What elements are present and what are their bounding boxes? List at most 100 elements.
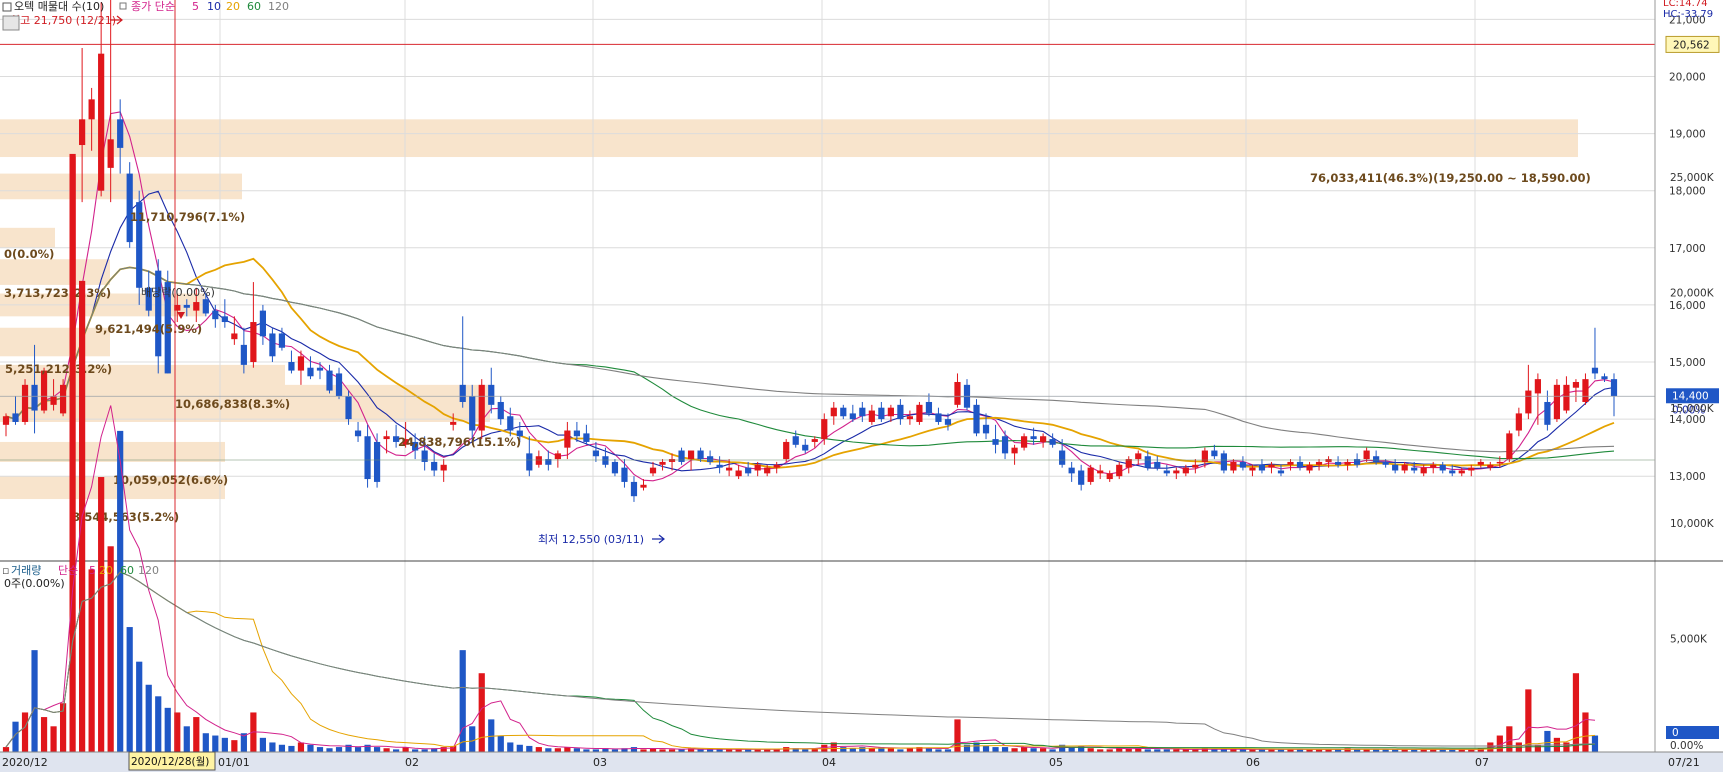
candle-body (602, 456, 609, 465)
candle-body (859, 407, 866, 417)
candle-body (1534, 379, 1541, 394)
time-tick-label: 01/01 (218, 756, 250, 769)
toolbar-icon[interactable] (2, 15, 20, 31)
candle-body (459, 384, 466, 402)
candle-body (12, 413, 19, 422)
candle-body (240, 344, 247, 365)
candle-body (183, 304, 190, 308)
volume-profile-band (0, 173, 242, 200)
candle-body (1020, 436, 1028, 448)
volume-profile-label: 10,686,838(8.3%) (175, 397, 290, 411)
candle-body (117, 119, 124, 148)
candle-body (59, 384, 67, 414)
candle-body (1268, 464, 1275, 468)
candle-body (630, 481, 638, 497)
candle-body (1097, 470, 1104, 474)
candle-body (212, 310, 219, 320)
volume-legend-marker: ▫ (2, 564, 9, 577)
volume-bar (193, 717, 200, 754)
candle-body (792, 436, 799, 445)
candle-body (345, 396, 352, 420)
volume-bar (136, 661, 143, 754)
candle-body (1610, 379, 1618, 397)
stock-chart[interactable]: 8,544,563(5.2%) 10,059,052(6.6%) 24,838,79… (0, 0, 1723, 772)
volume-profile-label: 0(0.0%) (4, 247, 54, 261)
candle-body (450, 421, 457, 425)
volume-legend-60: 60 (120, 564, 134, 577)
candle-body (1363, 450, 1370, 460)
candle-body (982, 424, 990, 434)
candle-body (1144, 456, 1151, 468)
volume-profile-band (0, 259, 110, 285)
volume-profile-band (0, 227, 55, 248)
candle-body (1163, 470, 1170, 474)
high-price-label: 최고 21,750 (12/21) (10, 14, 116, 27)
volume-profile-label: 24,838,796(15.1%) (398, 435, 521, 449)
candle-body (621, 467, 628, 482)
candle-body (1544, 401, 1551, 425)
volume-profile-label: 76,033,411(46.3%)(19,250.00 ~ 18,590.00) (1310, 171, 1591, 185)
candle-body (288, 362, 295, 371)
candle-body (1068, 467, 1075, 474)
candle-body (802, 444, 809, 451)
volume-profile-label: 10,059,052(6.6%) (113, 473, 228, 487)
candle-body (973, 404, 980, 434)
candle-body (1078, 470, 1085, 485)
volume-profile-label: 8,544,563(5.2%) (72, 510, 179, 524)
candle-body (849, 413, 856, 420)
time-tick-label: 05 (1049, 756, 1063, 769)
candle-body (98, 53, 105, 191)
candle-body (1182, 467, 1189, 474)
candle-body (1563, 384, 1570, 411)
candle-body (1059, 450, 1066, 465)
time-axis-background (0, 752, 1723, 772)
price-axis-background (1655, 0, 1723, 772)
candle-body (1468, 467, 1475, 471)
volume-bar (212, 735, 219, 754)
candle-body (992, 439, 999, 445)
candle-body (1049, 439, 1056, 445)
candle-body (269, 333, 276, 357)
candle-body (326, 370, 333, 391)
candle-body (640, 484, 647, 488)
candle-body (583, 433, 590, 442)
candle-body (1458, 470, 1465, 474)
candle-body (1401, 464, 1408, 471)
candle-body (1430, 464, 1437, 468)
candle-body (297, 356, 305, 371)
candle-body (1296, 461, 1304, 468)
volume-tick-label: 0.00% (1670, 740, 1703, 752)
candle-body (764, 467, 771, 474)
ma-legend-20: 20 (226, 0, 240, 13)
volume-bar (478, 673, 485, 754)
candle-body (906, 416, 914, 420)
volume-bar (1582, 712, 1589, 754)
ma-legend-60: 60 (247, 0, 261, 13)
volume-bar (31, 650, 38, 754)
volume-bar (126, 627, 133, 754)
candle-body (1154, 461, 1161, 468)
candle-body (307, 367, 314, 377)
chart-title: 오텍 매물대 수(10) (14, 0, 104, 13)
candle-body (431, 461, 438, 471)
candle-body (1553, 384, 1561, 420)
volume-profile-band (0, 441, 225, 462)
candle-body (1230, 461, 1237, 471)
candle-body (231, 333, 238, 340)
candle-body (592, 450, 600, 457)
candle-body (1249, 467, 1256, 471)
candle-body (1277, 470, 1285, 474)
marker-price-label: 20,562 (1673, 39, 1710, 51)
candle-body (1173, 470, 1180, 474)
candle-body (126, 173, 133, 243)
time-tick-label: 03 (593, 756, 607, 769)
candle-body (868, 410, 875, 422)
candle-body (364, 436, 371, 480)
candle-body (31, 384, 38, 411)
volume-tick-label: 5,000K (1670, 634, 1708, 646)
candle-body (773, 464, 780, 468)
time-tick-label: 07/21 (1668, 756, 1700, 769)
candle-body (1439, 464, 1446, 471)
candle-body (830, 407, 837, 417)
candle-body (221, 316, 228, 323)
